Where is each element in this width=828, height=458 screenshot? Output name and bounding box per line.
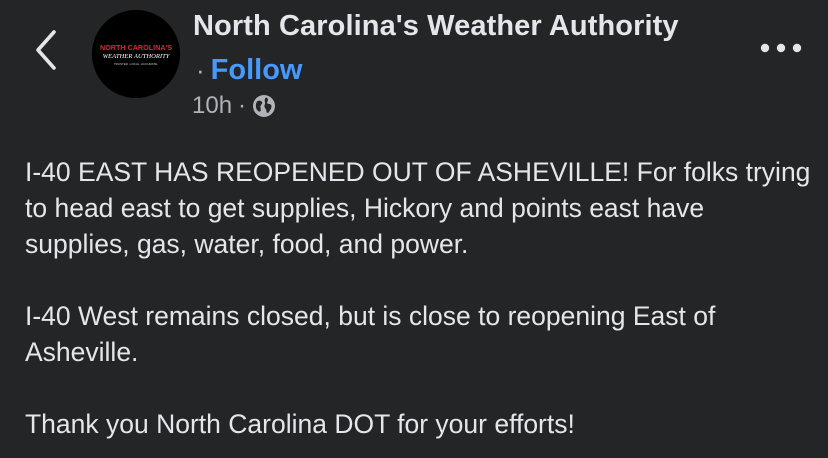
page-name[interactable]: North Carolina's Weather Authority bbox=[193, 10, 679, 43]
chevron-left-icon bbox=[34, 29, 58, 76]
page-logo: NORTH CAROLINA'S WEATHER AUTHORITY TRUST… bbox=[92, 10, 180, 98]
post-timestamp[interactable]: 10h bbox=[192, 92, 232, 120]
follow-row: · Follow bbox=[196, 54, 303, 87]
back-button[interactable] bbox=[28, 26, 64, 78]
post-body: I-40 EAST HAS REOPENED OUT OF ASHEVILLE!… bbox=[25, 154, 815, 442]
globe-icon[interactable] bbox=[252, 94, 276, 118]
follow-button[interactable]: Follow bbox=[211, 54, 303, 86]
logo-line1: NORTH CAROLINA'S bbox=[100, 43, 172, 52]
more-horizontal-icon bbox=[759, 41, 803, 59]
post-paragraph: Thank you North Carolina DOT for your ef… bbox=[25, 409, 575, 439]
follow-separator: · bbox=[196, 55, 205, 85]
logo-line2: WEATHER AUTHORITY bbox=[103, 53, 171, 60]
logo-tagline: TRUSTED. LOCAL. ACCURATE. bbox=[114, 62, 158, 66]
more-options-button[interactable] bbox=[756, 36, 806, 64]
post-paragraph: I-40 EAST HAS REOPENED OUT OF ASHEVILLE!… bbox=[25, 157, 811, 259]
meta-separator: · bbox=[238, 92, 247, 119]
post-paragraph: I-40 West remains closed, but is close t… bbox=[25, 301, 716, 367]
avatar[interactable]: NORTH CAROLINA'S WEATHER AUTHORITY TRUST… bbox=[92, 10, 180, 98]
post-meta: 10h · bbox=[192, 92, 276, 120]
